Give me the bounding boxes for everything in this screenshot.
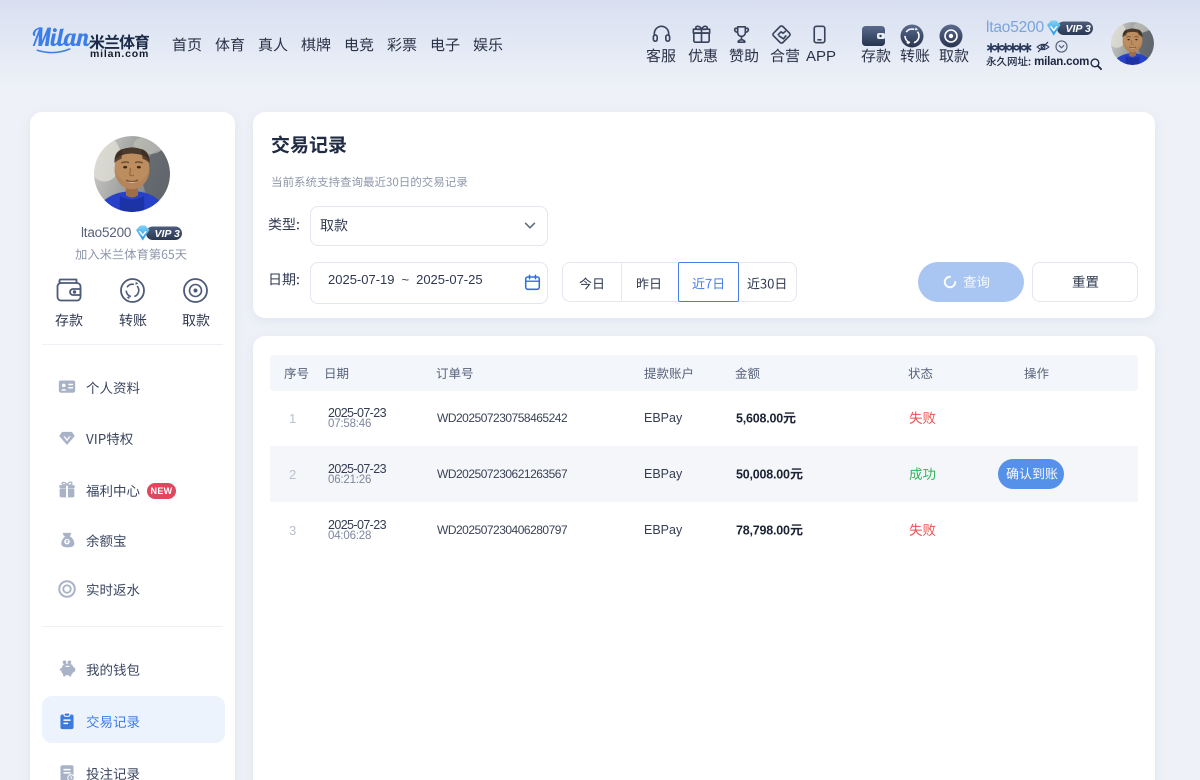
- svg-text:VIP 3: VIP 3: [155, 228, 180, 240]
- svg-text:VIP 3: VIP 3: [1066, 23, 1091, 35]
